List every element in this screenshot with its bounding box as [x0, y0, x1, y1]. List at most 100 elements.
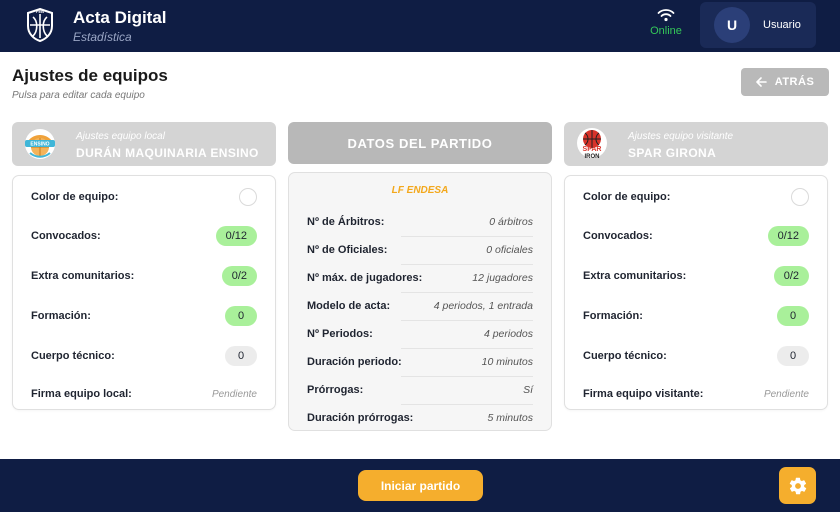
divider: [401, 376, 533, 377]
row-label: Cuerpo técnico:: [583, 350, 667, 362]
row-label: Color de equipo:: [31, 191, 119, 203]
local-team-name: DURÁN MAQUINARIA ENSINO: [76, 146, 259, 160]
match-row-label: Modelo de acta:: [307, 300, 391, 312]
back-label: ATRÁS: [774, 76, 815, 88]
row-label: Formación:: [583, 310, 643, 322]
divider: [401, 236, 533, 237]
match-row: Duración prórrogas: 5 minutos: [307, 408, 533, 428]
settings-button[interactable]: [779, 467, 816, 504]
local-signature-row[interactable]: Firma equipo local: Pendiente: [31, 382, 257, 406]
visitor-signature-row[interactable]: Firma equipo visitante: Pendiente: [583, 382, 809, 406]
match-row-value: 12 jugadores: [472, 272, 533, 284]
online-label: Online: [650, 25, 682, 37]
match-row: Nº de Oficiales: 0 oficiales: [307, 240, 533, 260]
match-row-value: 5 minutos: [487, 412, 533, 424]
app-title: Acta Digital: [73, 8, 167, 27]
match-row-label: Duración prórrogas:: [307, 412, 414, 424]
local-formation-row[interactable]: Formación: 0: [31, 304, 257, 328]
match-row: Duración periodo: 10 minutos: [307, 352, 533, 372]
visitor-team-header[interactable]: SPAR IRON Ajustes equipo visitante SPAR …: [564, 122, 828, 166]
page-subtitle: Pulsa para editar cada equipo: [12, 90, 145, 101]
local-color-row[interactable]: Color de equipo:: [31, 185, 257, 209]
row-label: Firma equipo local:: [31, 388, 132, 400]
row-label: Extra comunitarios:: [31, 270, 135, 282]
staff-count-badge: 0: [777, 346, 809, 366]
match-data-panel: LF ENDESA Nº de Árbitros: 0 árbitros Nº …: [288, 172, 552, 431]
signature-status: Pendiente: [763, 388, 809, 400]
staff-count-badge: 0: [225, 346, 257, 366]
match-row-value: 4 periodos: [483, 328, 533, 340]
local-team-panel: Color de equipo: Convocados: 0/12 Extra …: [12, 175, 276, 410]
match-row-label: Nº máx. de jugadores:: [307, 272, 423, 284]
divider: [401, 292, 533, 293]
match-row-label: Prórrogas:: [307, 384, 364, 396]
match-row: Modelo de acta: 4 periodos, 1 entrada: [307, 296, 533, 316]
match-row: Nº de Árbitros: 0 árbitros: [307, 212, 533, 232]
match-row-value: 10 minutos: [481, 356, 533, 368]
svg-text:ENSINO: ENSINO: [30, 142, 49, 148]
app-subtitle: Estadística: [73, 30, 132, 44]
user-menu[interactable]: U Usuario: [700, 2, 816, 48]
divider: [401, 404, 533, 405]
row-label: Color de equipo:: [583, 191, 671, 203]
match-row-label: Duración periodo:: [307, 356, 402, 368]
team-color-swatch[interactable]: [239, 188, 257, 206]
svg-text:SPAR: SPAR: [583, 146, 602, 153]
divider: [401, 348, 533, 349]
svg-text:FEB: FEB: [36, 9, 44, 14]
back-button[interactable]: ATRÁS: [741, 68, 829, 96]
team-color-swatch[interactable]: [791, 188, 809, 206]
row-label: Cuerpo técnico:: [31, 350, 115, 362]
local-staff-row[interactable]: Cuerpo técnico: 0: [31, 344, 257, 368]
svg-text:IRON: IRON: [585, 154, 600, 160]
match-row-label: Nº de Árbitros:: [307, 216, 385, 228]
page-title: Ajustes de equipos: [12, 66, 168, 85]
called-count-badge: 0/12: [767, 226, 809, 246]
visitor-formation-row[interactable]: Formación: 0: [583, 304, 809, 328]
match-row-label: Nº de Oficiales:: [307, 244, 388, 256]
match-row: Nº Periodos: 4 periodos: [307, 324, 533, 344]
called-count-badge: 0/12: [215, 226, 257, 246]
divider: [401, 320, 533, 321]
visitor-team-name: SPAR GIRONA: [628, 146, 717, 160]
formation-count-badge: 0: [777, 306, 809, 326]
user-name: Usuario: [763, 19, 801, 31]
match-row-value: Sí: [523, 384, 533, 396]
match-data-header: DATOS DEL PARTIDO: [288, 122, 552, 164]
match-row-value: 4 periodos, 1 entrada: [433, 300, 533, 312]
divider: [401, 264, 533, 265]
visitor-extra-row[interactable]: Extra comunitarios: 0/2: [583, 264, 809, 288]
app-header: FEB Acta Digital Estadística Online U Us…: [0, 0, 840, 52]
visitor-team-caption: Ajustes equipo visitante: [628, 131, 734, 142]
match-row-value: 0 árbitros: [489, 216, 533, 228]
match-row: Nº máx. de jugadores: 12 jugadores: [307, 268, 533, 288]
row-label: Extra comunitarios:: [583, 270, 687, 282]
visitor-team-logo: SPAR IRON: [577, 128, 607, 160]
row-label: Firma equipo visitante:: [583, 388, 704, 400]
connection-status: Online: [646, 8, 686, 37]
local-called-row[interactable]: Convocados: 0/12: [31, 224, 257, 248]
avatar: U: [714, 7, 750, 43]
local-team-header[interactable]: ENSINO Ajustes equipo local DURÁN MAQUIN…: [12, 122, 276, 166]
visitor-staff-row[interactable]: Cuerpo técnico: 0: [583, 344, 809, 368]
match-row-label: Nº Periodos:: [307, 328, 373, 340]
formation-count-badge: 0: [225, 306, 257, 326]
federation-logo-icon: FEB: [27, 8, 53, 42]
signature-status: Pendiente: [211, 388, 257, 400]
visitor-team-panel: Color de equipo: Convocados: 0/12 Extra …: [564, 175, 828, 410]
match-row-value: 0 oficiales: [486, 244, 533, 256]
visitor-called-row[interactable]: Convocados: 0/12: [583, 224, 809, 248]
local-team-caption: Ajustes equipo local: [76, 131, 165, 142]
row-label: Convocados:: [31, 230, 101, 242]
wifi-icon: [657, 9, 675, 22]
extra-count-badge: 0/2: [773, 266, 809, 286]
local-extra-row[interactable]: Extra comunitarios: 0/2: [31, 264, 257, 288]
row-label: Formación:: [31, 310, 91, 322]
league-name: LF ENDESA: [391, 185, 449, 196]
arrow-left-icon: [755, 77, 767, 87]
gear-icon: [789, 477, 806, 494]
match-row: Prórrogas: Sí: [307, 380, 533, 400]
start-match-button[interactable]: Iniciar partido: [358, 470, 483, 501]
visitor-color-row[interactable]: Color de equipo:: [583, 185, 809, 209]
local-team-logo: ENSINO: [25, 129, 55, 159]
